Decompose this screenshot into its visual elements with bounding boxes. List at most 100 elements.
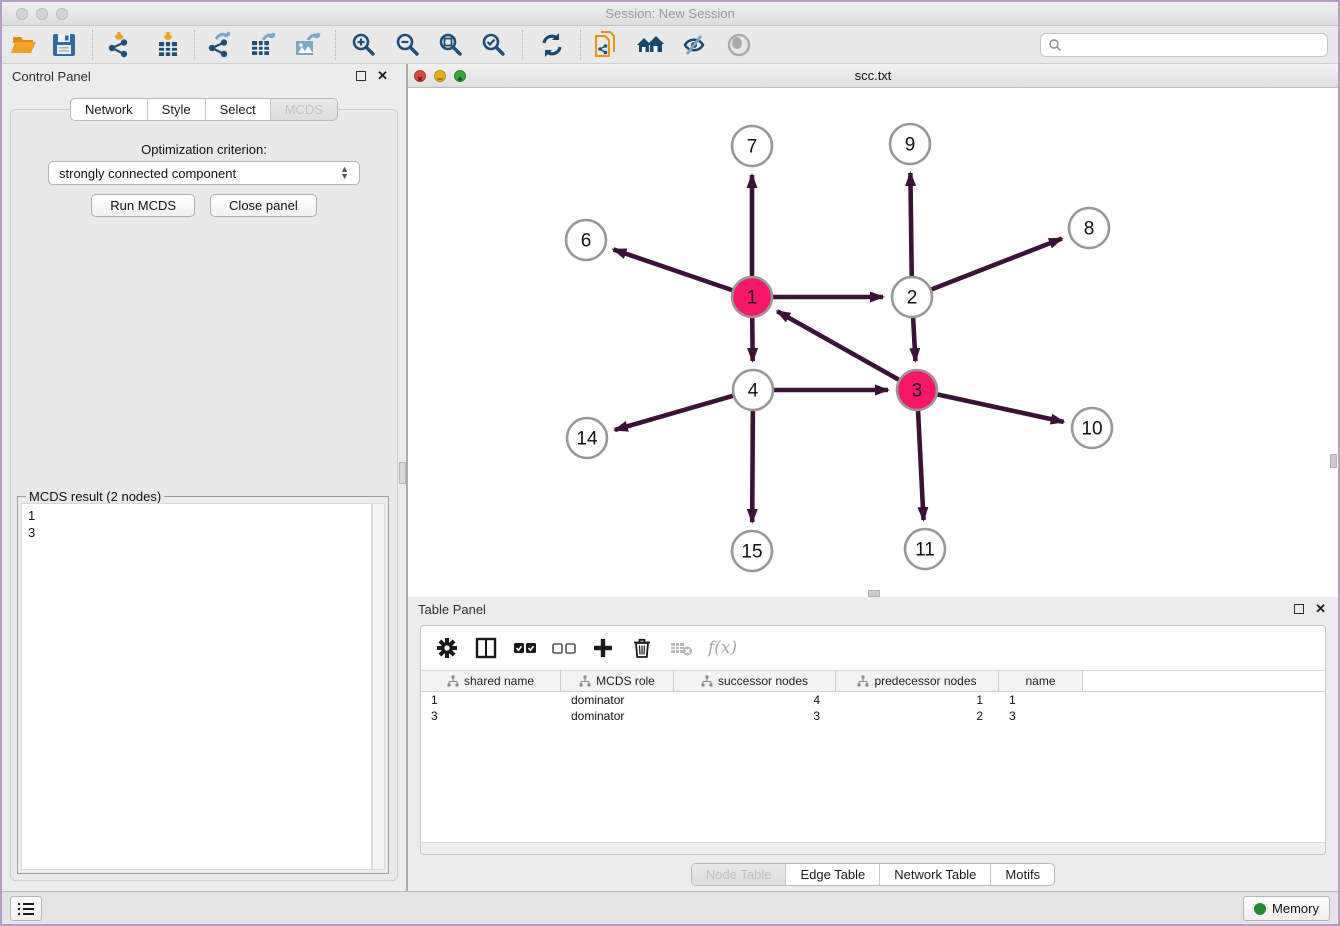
import-network-icon[interactable] xyxy=(106,31,134,59)
import-table-icon[interactable] xyxy=(154,31,182,59)
refresh-icon[interactable] xyxy=(538,31,566,59)
task-history-button[interactable] xyxy=(10,896,42,921)
splitter-handle[interactable] xyxy=(399,462,406,484)
graph-edge-3-1[interactable] xyxy=(777,311,899,380)
mcds-result-box: MCDS result (2 nodes) 1 3 xyxy=(17,496,389,874)
function-builder-icon[interactable]: f(x) xyxy=(708,638,737,658)
table-row[interactable]: 1 dominator 4 1 1 xyxy=(421,692,1325,708)
network-title: scc.txt xyxy=(408,68,1338,83)
graph-edge-4-15[interactable] xyxy=(752,410,753,522)
memory-button[interactable]: Memory xyxy=(1243,896,1330,921)
graph-node-label: 11 xyxy=(915,540,935,561)
select-stepper-icon: ▲▼ xyxy=(340,166,349,180)
open-file-icon[interactable] xyxy=(10,31,38,59)
graph-edge-3-11[interactable] xyxy=(918,410,924,520)
graph-node-label: 10 xyxy=(1081,419,1102,440)
graph-node-label: 14 xyxy=(576,429,598,450)
graph-edge-1-6[interactable] xyxy=(613,249,733,290)
network-graph[interactable]: 1234678910111415 xyxy=(408,88,1338,597)
close-panel-button[interactable]: Close panel xyxy=(210,194,317,217)
float-table-panel-icon[interactable] xyxy=(1294,604,1304,614)
column-header-mcds-role[interactable]: MCDS role xyxy=(561,670,674,692)
column-header-successor-nodes[interactable]: successor nodes xyxy=(674,670,836,692)
control-panel-tabs: Network Style Select MCDS xyxy=(2,98,406,121)
table-settings-icon[interactable] xyxy=(435,636,459,660)
tab-select[interactable]: Select xyxy=(205,99,270,120)
cell-successor-nodes[interactable]: 4 xyxy=(674,692,836,708)
tab-edge-table[interactable]: Edge Table xyxy=(785,864,879,885)
search-field[interactable] xyxy=(1040,33,1328,57)
result-scrollbar[interactable] xyxy=(372,503,385,870)
main-area: Control Panel ✕ Network Style Select MCD… xyxy=(2,64,1338,891)
cell-shared-name[interactable]: 3 xyxy=(421,708,561,724)
export-table-icon[interactable] xyxy=(249,31,277,59)
table-toolbar: f(x) xyxy=(421,626,1325,670)
delete-column-icon[interactable] xyxy=(630,636,654,660)
tab-node-table[interactable]: Node Table xyxy=(692,864,786,885)
cell-mcds-role[interactable]: dominator xyxy=(561,708,674,724)
cell-name[interactable]: 3 xyxy=(999,708,1083,724)
tree-icon xyxy=(857,675,869,687)
float-panel-icon[interactable] xyxy=(356,71,366,81)
zoom-fit-icon[interactable] xyxy=(437,31,465,59)
graph-node-label: 7 xyxy=(747,137,758,158)
column-header-name[interactable]: name xyxy=(999,670,1083,692)
graph-edge-2-9[interactable] xyxy=(910,173,911,277)
tab-network-table[interactable]: Network Table xyxy=(879,864,990,885)
column-header-shared-name[interactable]: shared name xyxy=(421,670,561,692)
cell-predecessor-nodes[interactable]: 2 xyxy=(836,708,999,724)
cell-shared-name[interactable]: 1 xyxy=(421,692,561,708)
mcds-result-title: MCDS result (2 nodes) xyxy=(26,489,164,504)
mcds-result-text[interactable]: 1 3 xyxy=(21,503,372,870)
tree-icon xyxy=(579,675,591,687)
right-region: scc.txt 1234678910111415 xyxy=(408,64,1338,891)
graph-node-label: 6 xyxy=(581,231,592,252)
bottom-splitter-handle[interactable] xyxy=(868,590,880,597)
deselect-all-icon[interactable] xyxy=(552,636,576,660)
add-column-icon[interactable] xyxy=(591,636,615,660)
graph-edge-2-8[interactable] xyxy=(931,239,1062,290)
show-panel-icon[interactable] xyxy=(725,31,753,59)
tree-icon xyxy=(701,675,713,687)
graph-edge-3-10[interactable] xyxy=(937,394,1064,422)
search-input[interactable] xyxy=(1062,38,1327,52)
right-splitter-handle[interactable] xyxy=(1330,454,1337,468)
cell-name[interactable]: 1 xyxy=(999,692,1083,708)
cell-predecessor-nodes[interactable]: 1 xyxy=(836,692,999,708)
graph-edge-2-3[interactable] xyxy=(913,317,915,361)
memory-status-icon xyxy=(1254,903,1266,915)
column-header-predecessor-nodes[interactable]: predecessor nodes xyxy=(836,670,999,692)
run-mcds-button[interactable]: Run MCDS xyxy=(91,194,195,217)
network-canvas[interactable]: 1234678910111415 xyxy=(408,88,1338,597)
export-image-icon[interactable] xyxy=(293,31,321,59)
graph-node-label: 3 xyxy=(912,381,923,402)
control-panel: Control Panel ✕ Network Style Select MCD… xyxy=(2,64,406,891)
zoom-selected-icon[interactable] xyxy=(480,31,508,59)
tab-network[interactable]: Network xyxy=(71,99,147,120)
table-panel-title: Table Panel xyxy=(418,602,486,617)
zoom-out-icon[interactable] xyxy=(394,31,422,59)
delete-table-icon[interactable] xyxy=(669,636,693,660)
home-layout-icon[interactable] xyxy=(636,31,664,59)
show-columns-icon[interactable] xyxy=(474,636,498,660)
tab-style[interactable]: Style xyxy=(147,99,205,120)
select-all-icon[interactable] xyxy=(513,636,537,660)
cell-mcds-role[interactable]: dominator xyxy=(561,692,674,708)
export-network-icon[interactable] xyxy=(206,31,234,59)
cell-successor-nodes[interactable]: 3 xyxy=(674,708,836,724)
close-table-panel-icon[interactable]: ✕ xyxy=(1315,601,1326,617)
graph-edge-4-14[interactable] xyxy=(615,396,734,430)
criterion-select[interactable]: strongly connected component ▲▼ xyxy=(48,161,360,185)
hide-panel-icon[interactable] xyxy=(680,31,708,59)
close-panel-icon[interactable]: ✕ xyxy=(377,68,388,84)
table-panel: Table Panel ✕ xyxy=(408,597,1338,891)
save-session-icon[interactable] xyxy=(50,31,78,59)
network-from-selection-icon[interactable] xyxy=(592,31,620,59)
zoom-in-icon[interactable] xyxy=(350,31,378,59)
table-row[interactable]: 3 dominator 3 2 3 xyxy=(421,708,1325,724)
status-bar: Memory xyxy=(2,891,1338,924)
table-horizontal-scrollbar[interactable] xyxy=(421,842,1325,854)
tab-motifs[interactable]: Motifs xyxy=(990,864,1054,885)
graph-node-label: 1 xyxy=(747,288,758,309)
tab-mcds[interactable]: MCDS xyxy=(270,99,337,120)
